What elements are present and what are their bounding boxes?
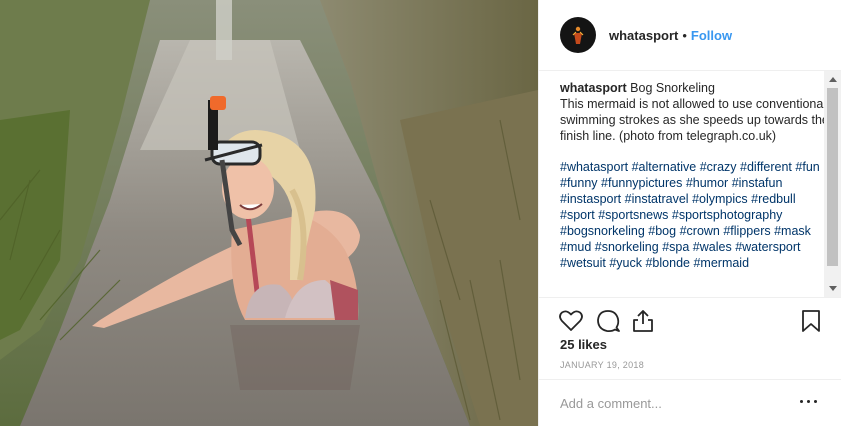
separator-dot: • — [682, 27, 687, 43]
share-icon[interactable] — [630, 308, 656, 334]
hashtag-link[interactable]: #mermaid — [693, 256, 749, 270]
hashtag-link[interactable]: #fun — [795, 160, 819, 174]
hashtag-link[interactable]: #sportsnews — [598, 208, 668, 222]
hashtag-link[interactable]: #mud — [560, 240, 591, 254]
hashtag-link[interactable]: #sportsphotography — [672, 208, 783, 222]
post-header: whatasport • Follow — [539, 0, 841, 71]
hashtag-link[interactable]: #instatravel — [625, 192, 689, 206]
hashtag-link[interactable]: #snorkeling — [595, 240, 659, 254]
hashtag-link[interactable]: #alternative — [632, 160, 697, 174]
hashtag-link[interactable]: #bogsnorkeling — [560, 224, 645, 238]
hashtag-link[interactable]: #instafun — [732, 176, 783, 190]
caption: whatasport Bog Snorkeling This mermaid i… — [560, 80, 830, 271]
scroll-down-icon[interactable] — [829, 286, 837, 291]
caption-scrollbar[interactable] — [824, 71, 841, 297]
scrollbar-thumb[interactable] — [827, 88, 838, 266]
hashtag-link[interactable]: #wetsuit — [560, 256, 606, 270]
hashtag-link[interactable]: #different — [740, 160, 792, 174]
post-sidebar: whatasport • Follow whatasport Bog Snork… — [538, 0, 841, 426]
hashtag-link[interactable]: #whatasport — [560, 160, 628, 174]
hashtag-link[interactable]: #blonde — [645, 256, 690, 270]
heart-icon[interactable] — [558, 308, 584, 334]
caption-body: This mermaid is not allowed to use conve… — [560, 97, 829, 143]
hashtag-link[interactable]: #olympics — [692, 192, 748, 206]
hashtag-link[interactable]: #funnypictures — [601, 176, 682, 190]
caption-title: Bog Snorkeling — [630, 81, 715, 95]
hashtag-link[interactable]: #humor — [686, 176, 728, 190]
hashtag-link[interactable]: #instasport — [560, 192, 621, 206]
like-count[interactable]: 25 likes — [560, 337, 607, 352]
comment-icon[interactable] — [595, 308, 621, 334]
post-date[interactable]: JANUARY 19, 2018 — [560, 360, 644, 370]
hashtag-link[interactable]: #spa — [662, 240, 689, 254]
caption-scroll-area[interactable]: whatasport Bog Snorkeling This mermaid i… — [539, 80, 841, 298]
hashtag-link[interactable]: #sport — [560, 208, 595, 222]
hashtag-list: #whatasport #alternative #crazy #differe… — [560, 159, 830, 271]
bookmark-icon[interactable] — [798, 308, 824, 334]
avatar-figure-icon — [572, 26, 584, 44]
comment-bar — [539, 379, 841, 426]
scroll-up-icon[interactable] — [829, 77, 837, 82]
hashtag-link[interactable]: #redbull — [751, 192, 795, 206]
follow-button[interactable]: Follow — [691, 28, 732, 43]
hashtag-link[interactable]: #mask — [774, 224, 811, 238]
hashtag-link[interactable]: #bog — [648, 224, 676, 238]
hashtag-link[interactable]: #crazy — [700, 160, 737, 174]
hashtag-link[interactable]: #watersport — [735, 240, 800, 254]
header-username[interactable]: whatasport — [609, 28, 678, 43]
hashtag-link[interactable]: #yuck — [609, 256, 642, 270]
post-photo[interactable] — [0, 0, 538, 426]
caption-username[interactable]: whatasport — [560, 81, 627, 95]
comment-input[interactable] — [560, 394, 790, 412]
photo-illustration — [0, 0, 538, 426]
hashtag-link[interactable]: #funny — [560, 176, 598, 190]
more-options-icon[interactable] — [800, 400, 818, 406]
avatar[interactable] — [560, 17, 596, 53]
hashtag-link[interactable]: #wales — [693, 240, 732, 254]
hashtag-link[interactable]: #crown — [680, 224, 720, 238]
hashtag-link[interactable]: #flippers — [723, 224, 770, 238]
